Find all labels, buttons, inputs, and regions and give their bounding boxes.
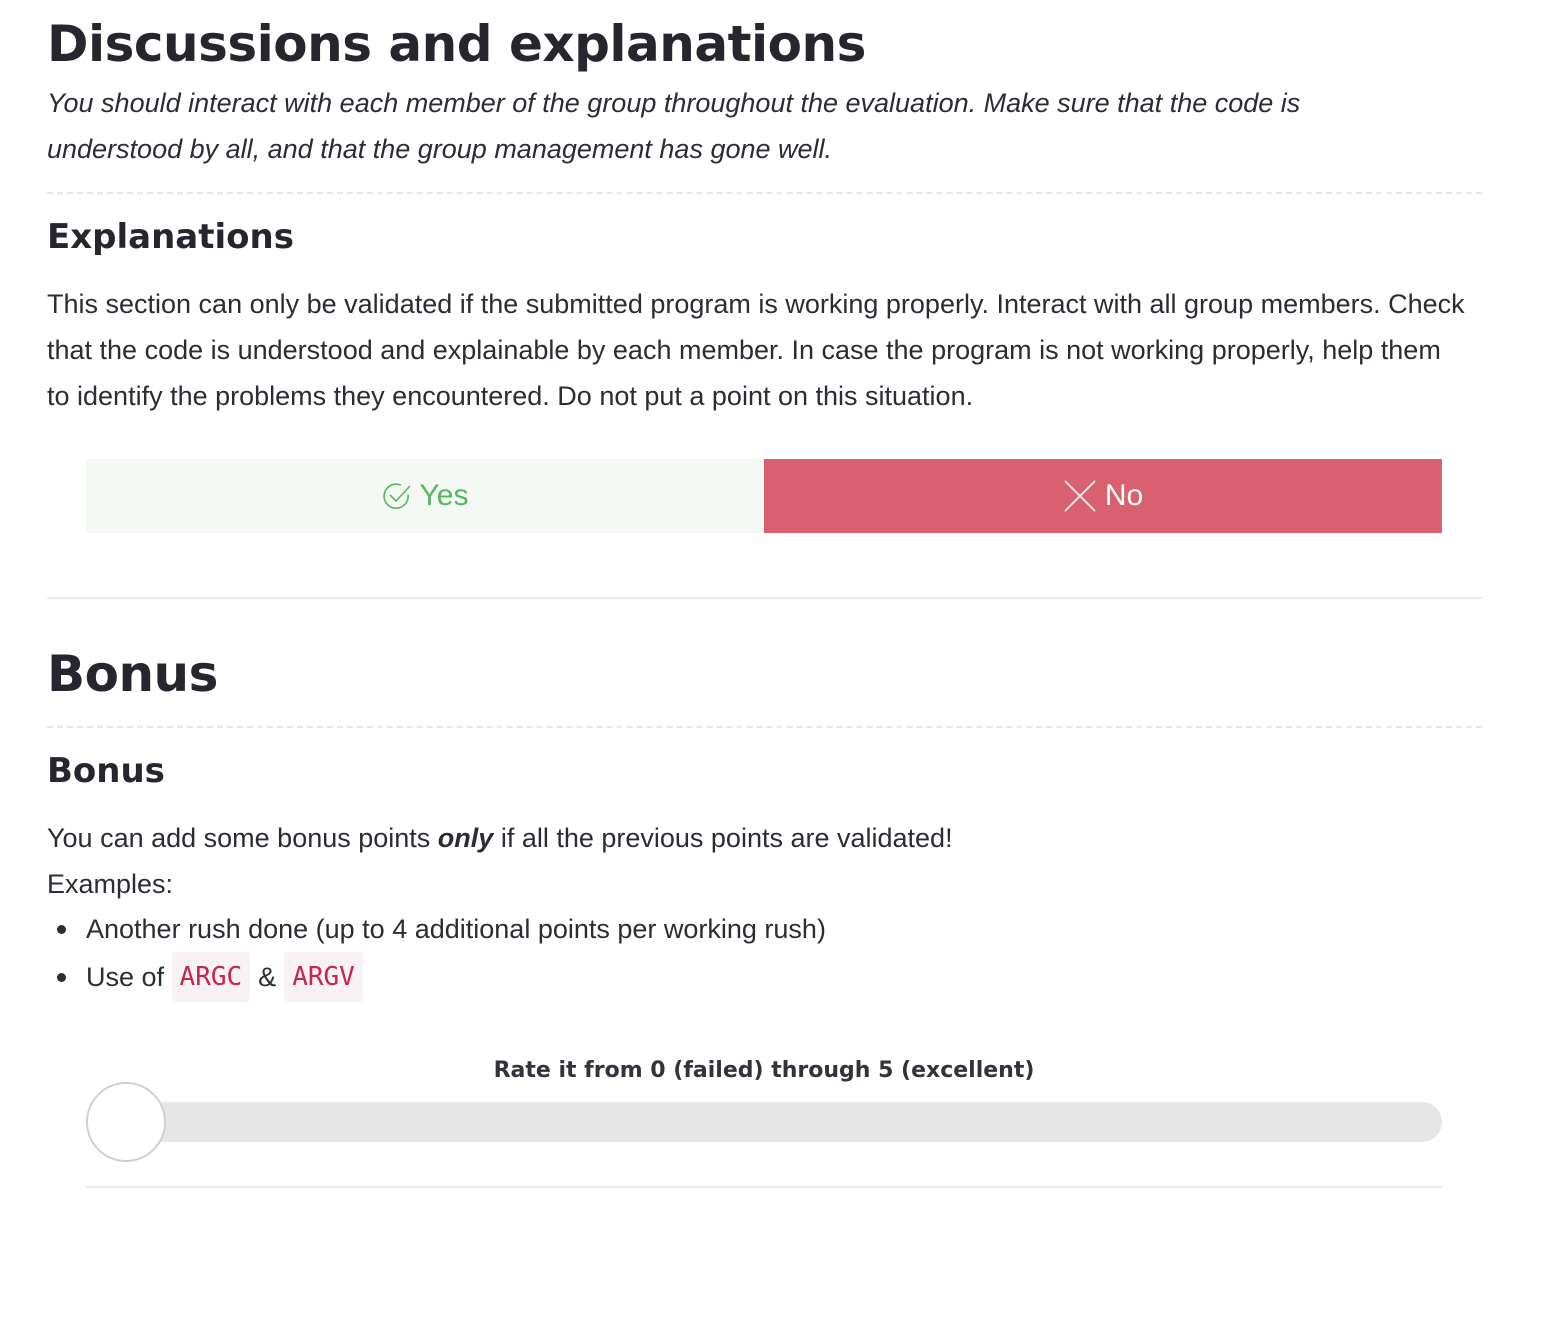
explanations-body: This section can only be validated if th… bbox=[47, 289, 1465, 411]
ampersand: & bbox=[258, 962, 277, 992]
close-icon bbox=[1063, 479, 1097, 513]
yes-no-toggle: Yes No bbox=[86, 459, 1442, 533]
section-title-discussions: Discussions and explanations bbox=[47, 15, 866, 73]
rating-slider-thumb[interactable] bbox=[86, 1082, 166, 1162]
dashed-divider bbox=[47, 726, 1482, 728]
bonus-title: Bonus bbox=[47, 751, 165, 791]
examples-label: Examples: bbox=[47, 869, 174, 899]
rating-slider-track[interactable] bbox=[86, 1102, 1442, 1142]
yes-button[interactable]: Yes bbox=[86, 459, 764, 533]
code-argv: ARGV bbox=[284, 952, 363, 1002]
bonus-description: You can add some bonus points only if al… bbox=[47, 815, 1467, 861]
bonus-text-emphasis: only bbox=[437, 823, 494, 853]
bullet-icon bbox=[57, 972, 66, 982]
check-circle-icon bbox=[382, 481, 412, 511]
explanations-title: Explanations bbox=[47, 217, 294, 257]
code-argc: ARGC bbox=[171, 952, 251, 1002]
list-item-text: Use of bbox=[86, 962, 172, 992]
list-item: Another rush done (up to 4 additional po… bbox=[57, 906, 826, 952]
section-title-bonus: Bonus bbox=[47, 645, 218, 703]
dashed-divider bbox=[47, 192, 1482, 194]
yes-label: Yes bbox=[419, 479, 469, 512]
section-divider bbox=[47, 597, 1482, 599]
bonus-text-after: if all the previous points are validated… bbox=[493, 823, 953, 853]
no-button[interactable]: No bbox=[764, 459, 1442, 533]
no-label: No bbox=[1104, 479, 1144, 512]
list-item: Use of ARGC & ARGV bbox=[57, 952, 826, 1002]
list-item-text: Another rush done (up to 4 additional po… bbox=[86, 914, 826, 944]
bottom-divider bbox=[86, 1186, 1442, 1188]
rating-label: Rate it from 0 (failed) through 5 (excel… bbox=[493, 1058, 1035, 1083]
examples-list: Another rush done (up to 4 additional po… bbox=[57, 906, 826, 1002]
bullet-icon bbox=[57, 924, 66, 934]
section-description: You should interact with each member of … bbox=[47, 88, 1301, 164]
bonus-text-before: You can add some bonus points bbox=[47, 823, 438, 853]
